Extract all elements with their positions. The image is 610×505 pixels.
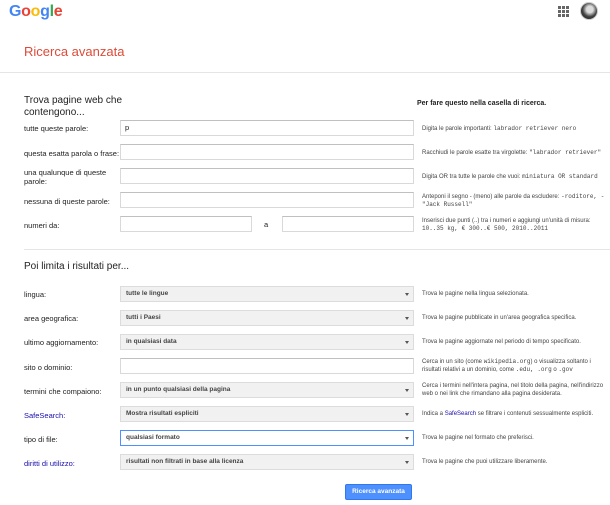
- safesearch-hint-link[interactable]: SafeSearch: [445, 411, 476, 417]
- safesearch-hint: Indica a SafeSearch se filtrare i conten…: [422, 411, 594, 417]
- language-hint: Trova le pagine nella lingua selezionata…: [422, 291, 529, 297]
- title-bar: Ricerca avanzata: [0, 27, 610, 73]
- usage-rights-select[interactable]: risultati non filtrati in base alla lice…: [120, 454, 414, 470]
- user-avatar[interactable]: [580, 2, 598, 20]
- site-label: sito o dominio:: [24, 363, 73, 372]
- safesearch-link[interactable]: SafeSearch:: [24, 411, 120, 420]
- find-section-heading: Trova pagine web che contengono...: [24, 95, 123, 118]
- terms-appear-select[interactable]: in un punto qualsiasi della pagina: [120, 382, 414, 398]
- apps-grid-icon[interactable]: [558, 6, 569, 17]
- file-type-label: tipo di file:: [24, 435, 58, 444]
- terms-appear-label: termini che compaiono:: [24, 387, 102, 396]
- logo-letter: g: [40, 3, 50, 20]
- any-words-hint: Digita OR tra tutte le parole che vuoi: …: [422, 173, 598, 180]
- site-input[interactable]: [120, 358, 414, 374]
- region-select[interactable]: tutti i Paesi: [120, 310, 414, 326]
- narrow-section-heading: Poi limita i risultati per...: [24, 261, 130, 272]
- all-words-input[interactable]: p: [120, 120, 414, 136]
- chevron-down-icon: [405, 317, 409, 320]
- all-words-label: tutte queste parole:: [24, 124, 89, 133]
- logo-letter: G: [9, 3, 22, 20]
- none-words-label: nessuna di queste parole:: [24, 197, 110, 206]
- exact-phrase-input[interactable]: [120, 144, 414, 160]
- all-words-hint: Digita le parole importanti: labrador re…: [422, 125, 577, 132]
- logo-letter: o: [30, 3, 41, 20]
- hint-column-heading: Per fare questo nella casella di ricerca…: [417, 100, 547, 107]
- last-update-hint: Trova le pagine aggiornate nel periodo d…: [422, 339, 581, 345]
- numbers-to-label: a: [264, 220, 269, 229]
- numbers-from-input[interactable]: [120, 216, 252, 232]
- numbers-to-input[interactable]: [282, 216, 414, 232]
- language-label: lingua:: [24, 290, 47, 299]
- exact-phrase-label: questa esatta parola o frase:: [24, 149, 120, 158]
- chevron-down-icon: [405, 389, 409, 392]
- advanced-search-button[interactable]: Ricerca avanzata: [345, 484, 412, 500]
- numbers-hint: Inserisci due punti (..) tra i numeri e …: [422, 218, 591, 232]
- chevron-down-icon: [405, 437, 409, 440]
- safesearch-select[interactable]: Mostra risultati espliciti: [120, 406, 414, 422]
- none-words-input[interactable]: [120, 192, 414, 208]
- last-update-label: ultimo aggiornamento:: [24, 338, 99, 347]
- usage-rights-hint: Trova le pagine che puoi utilizzare libe…: [422, 459, 548, 465]
- any-words-label: una qualunque di queste parole:: [24, 168, 107, 186]
- region-label: area geografica:: [24, 314, 79, 323]
- file-type-hint: Trova le pagine nel formato che preferis…: [422, 435, 534, 441]
- exact-phrase-hint: Racchiudi le parole esatte tra virgolett…: [422, 149, 602, 156]
- any-words-input[interactable]: [120, 168, 414, 184]
- terms-appear-hint: Cerca i termini nell'intera pagina, nel …: [422, 383, 604, 397]
- last-update-select[interactable]: in qualsiasi data: [120, 334, 414, 350]
- site-hint: Cerca in un sito (come wikipedia.org) o …: [422, 358, 591, 373]
- chevron-down-icon: [405, 413, 409, 416]
- page-title: Ricerca avanzata: [24, 44, 125, 59]
- logo-letter: e: [53, 3, 63, 20]
- none-words-hint: Anteponi il segno - (meno) alle parole d…: [422, 193, 605, 208]
- file-type-select[interactable]: qualsiasi formato: [120, 430, 414, 446]
- section-divider: [24, 249, 610, 250]
- top-bar: Google: [0, 0, 610, 27]
- logo-letter: o: [21, 3, 31, 20]
- region-hint: Trova le pagine pubblicate in un'area ge…: [422, 315, 577, 321]
- google-logo[interactable]: Google: [9, 3, 63, 21]
- chevron-down-icon: [405, 341, 409, 344]
- chevron-down-icon: [405, 293, 409, 296]
- numbers-label: numeri da:: [24, 221, 60, 230]
- usage-rights-link[interactable]: diritti di utilizzo:: [24, 459, 120, 468]
- language-select[interactable]: tutte le lingue: [120, 286, 414, 302]
- chevron-down-icon: [405, 461, 409, 464]
